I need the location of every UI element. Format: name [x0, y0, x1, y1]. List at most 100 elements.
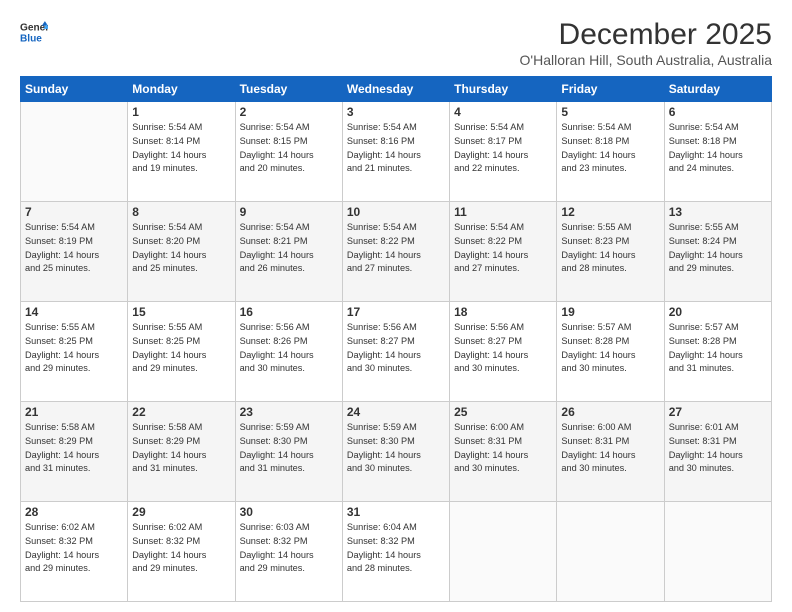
day-number: 25	[454, 405, 552, 419]
table-row: 30 Sunrise: 6:03 AMSunset: 8:32 PMDayligh…	[235, 502, 342, 602]
day-number: 23	[240, 405, 338, 419]
day-number: 3	[347, 105, 445, 119]
table-row: 5Sunrise: 5:54 AMSunset: 8:18 PMDaylight…	[557, 102, 664, 202]
header-sunday: Sunday	[21, 77, 128, 102]
day-number: 13	[669, 205, 767, 219]
day-number: 14	[25, 305, 123, 319]
table-row: 13 Sunrise: 5:55 AMSunset: 8:24 PMDayligh…	[664, 202, 771, 302]
day-info: Sunrise: 5:55 AMSunset: 8:25 PMDaylight:…	[132, 321, 230, 376]
calendar: Sunday Monday Tuesday Wednesday Thursday…	[20, 76, 772, 602]
day-info: Sunrise: 5:55 AMSunset: 8:23 PMDaylight:…	[561, 221, 659, 276]
day-info: Sunrise: 5:55 AMSunset: 8:24 PMDaylight:…	[669, 221, 767, 276]
day-number: 20	[669, 305, 767, 319]
title-block: December 2025 O'Halloran Hill, South Aus…	[520, 18, 772, 68]
table-row: 25Sunrise: 6:00 AMSunset: 8:31 PMDayligh…	[450, 402, 557, 502]
week-row-2: 7Sunrise: 5:54 AMSunset: 8:19 PMDaylight…	[21, 202, 772, 302]
table-row: 27 Sunrise: 6:01 AMSunset: 8:31 PMDayligh…	[664, 402, 771, 502]
day-number: 21	[25, 405, 123, 419]
day-number: 18	[454, 305, 552, 319]
day-info: Sunrise: 6:02 AMSunset: 8:32 PMDaylight:…	[132, 521, 230, 576]
day-number: 8	[132, 205, 230, 219]
table-row	[450, 502, 557, 602]
svg-text:Blue: Blue	[20, 33, 42, 44]
day-number: 16	[240, 305, 338, 319]
week-row-1: 1Sunrise: 5:54 AMSunset: 8:14 PMDaylight…	[21, 102, 772, 202]
day-number: 6	[669, 105, 767, 119]
table-row: 11Sunrise: 5:54 AMSunset: 8:22 PMDayligh…	[450, 202, 557, 302]
header-saturday: Saturday	[664, 77, 771, 102]
table-row	[557, 502, 664, 602]
table-row: 31 Sunrise: 6:04 AMSunset: 8:32 PMDayligh…	[342, 502, 449, 602]
day-number: 28	[25, 505, 123, 519]
header-wednesday: Wednesday	[342, 77, 449, 102]
table-row: 1Sunrise: 5:54 AMSunset: 8:14 PMDaylight…	[128, 102, 235, 202]
day-info: Sunrise: 6:00 AMSunset: 8:31 PMDaylight:…	[561, 421, 659, 476]
table-row: 23 Sunrise: 5:59 AMSunset: 8:30 PMDayligh…	[235, 402, 342, 502]
header: General Blue December 2025 O'Halloran Hi…	[20, 18, 772, 68]
page: General Blue December 2025 O'Halloran Hi…	[0, 0, 792, 612]
day-number: 30	[240, 505, 338, 519]
day-info: Sunrise: 5:54 AMSunset: 8:17 PMDaylight:…	[454, 121, 552, 176]
week-row-3: 14 Sunrise: 5:55 AMSunset: 8:25 PMDayligh…	[21, 302, 772, 402]
day-number: 12	[561, 205, 659, 219]
day-info: Sunrise: 5:59 AMSunset: 8:30 PMDaylight:…	[347, 421, 445, 476]
day-info: Sunrise: 6:01 AMSunset: 8:31 PMDaylight:…	[669, 421, 767, 476]
table-row: 7Sunrise: 5:54 AMSunset: 8:19 PMDaylight…	[21, 202, 128, 302]
day-number: 15	[132, 305, 230, 319]
day-number: 4	[454, 105, 552, 119]
logo-icon: General Blue	[20, 18, 48, 46]
day-info: Sunrise: 6:03 AMSunset: 8:32 PMDaylight:…	[240, 521, 338, 576]
day-info: Sunrise: 5:54 AMSunset: 8:19 PMDaylight:…	[25, 221, 123, 276]
table-row: 15 Sunrise: 5:55 AMSunset: 8:25 PMDayligh…	[128, 302, 235, 402]
table-row	[664, 502, 771, 602]
month-title: December 2025	[520, 18, 772, 52]
table-row: 10 Sunrise: 5:54 AMSunset: 8:22 PMDayligh…	[342, 202, 449, 302]
day-info: Sunrise: 5:56 AMSunset: 8:27 PMDaylight:…	[454, 321, 552, 376]
table-row: 2Sunrise: 5:54 AMSunset: 8:15 PMDaylight…	[235, 102, 342, 202]
table-row: 19 Sunrise: 5:57 AMSunset: 8:28 PMDayligh…	[557, 302, 664, 402]
day-number: 1	[132, 105, 230, 119]
day-number: 24	[347, 405, 445, 419]
day-number: 31	[347, 505, 445, 519]
table-row: 3 Sunrise: 5:54 AMSunset: 8:16 PMDaylight…	[342, 102, 449, 202]
table-row	[21, 102, 128, 202]
header-thursday: Thursday	[450, 77, 557, 102]
day-number: 19	[561, 305, 659, 319]
table-row: 20 Sunrise: 5:57 AMSunset: 8:28 PMDayligh…	[664, 302, 771, 402]
day-number: 10	[347, 205, 445, 219]
table-row: 21 Sunrise: 5:58 AMSunset: 8:29 PMDayligh…	[21, 402, 128, 502]
day-info: Sunrise: 5:56 AMSunset: 8:27 PMDaylight:…	[347, 321, 445, 376]
day-info: Sunrise: 5:59 AMSunset: 8:30 PMDaylight:…	[240, 421, 338, 476]
day-info: Sunrise: 5:57 AMSunset: 8:28 PMDaylight:…	[669, 321, 767, 376]
logo: General Blue	[20, 18, 48, 46]
day-number: 11	[454, 205, 552, 219]
day-info: Sunrise: 6:04 AMSunset: 8:32 PMDaylight:…	[347, 521, 445, 576]
table-row: 17Sunrise: 5:56 AMSunset: 8:27 PMDayligh…	[342, 302, 449, 402]
day-info: Sunrise: 5:54 AMSunset: 8:15 PMDaylight:…	[240, 121, 338, 176]
day-info: Sunrise: 5:55 AMSunset: 8:25 PMDaylight:…	[25, 321, 123, 376]
week-row-4: 21 Sunrise: 5:58 AMSunset: 8:29 PMDayligh…	[21, 402, 772, 502]
subtitle: O'Halloran Hill, South Australia, Austra…	[520, 52, 772, 68]
day-info: Sunrise: 5:54 AMSunset: 8:21 PMDaylight:…	[240, 221, 338, 276]
header-monday: Monday	[128, 77, 235, 102]
day-info: Sunrise: 5:54 AMSunset: 8:22 PMDaylight:…	[347, 221, 445, 276]
table-row: 9 Sunrise: 5:54 AMSunset: 8:21 PMDaylight…	[235, 202, 342, 302]
day-info: Sunrise: 5:57 AMSunset: 8:28 PMDaylight:…	[561, 321, 659, 376]
day-info: Sunrise: 6:02 AMSunset: 8:32 PMDaylight:…	[25, 521, 123, 576]
day-info: Sunrise: 5:54 AMSunset: 8:16 PMDaylight:…	[347, 121, 445, 176]
day-number: 9	[240, 205, 338, 219]
day-info: Sunrise: 5:58 AMSunset: 8:29 PMDaylight:…	[25, 421, 123, 476]
table-row: 28 Sunrise: 6:02 AMSunset: 8:32 PMDayligh…	[21, 502, 128, 602]
day-info: Sunrise: 5:56 AMSunset: 8:26 PMDaylight:…	[240, 321, 338, 376]
table-row: 29Sunrise: 6:02 AMSunset: 8:32 PMDayligh…	[128, 502, 235, 602]
header-tuesday: Tuesday	[235, 77, 342, 102]
table-row: 8Sunrise: 5:54 AMSunset: 8:20 PMDaylight…	[128, 202, 235, 302]
day-number: 5	[561, 105, 659, 119]
day-number: 22	[132, 405, 230, 419]
table-row: 26Sunrise: 6:00 AMSunset: 8:31 PMDayligh…	[557, 402, 664, 502]
table-row: 18 Sunrise: 5:56 AMSunset: 8:27 PMDayligh…	[450, 302, 557, 402]
day-info: Sunrise: 5:58 AMSunset: 8:29 PMDaylight:…	[132, 421, 230, 476]
table-row: 4 Sunrise: 5:54 AMSunset: 8:17 PMDaylight…	[450, 102, 557, 202]
day-number: 27	[669, 405, 767, 419]
table-row: 14 Sunrise: 5:55 AMSunset: 8:25 PMDayligh…	[21, 302, 128, 402]
